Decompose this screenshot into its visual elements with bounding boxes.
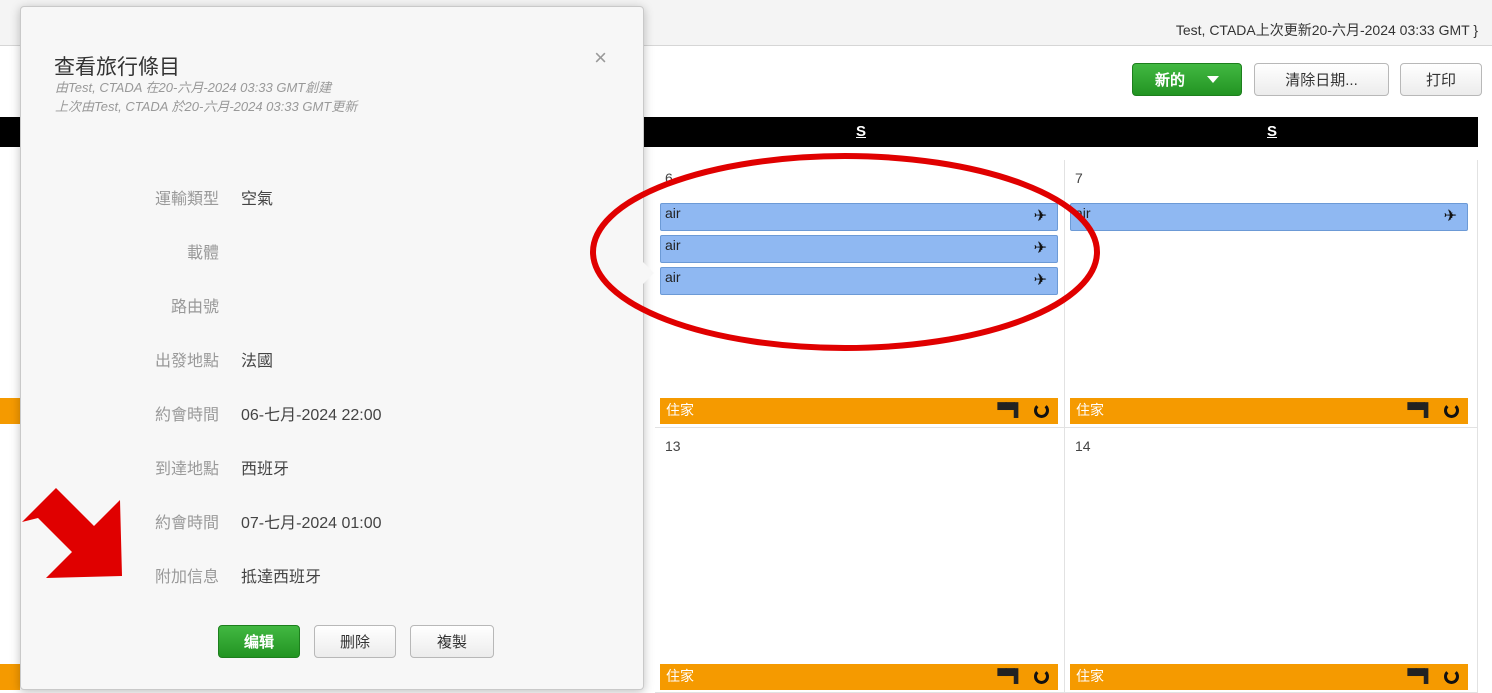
event-label: 住家 bbox=[666, 402, 694, 418]
home-event[interactable]: 住家 ▀▀▌ bbox=[660, 398, 1058, 424]
field-label: 載體 bbox=[186, 245, 219, 262]
view-travel-entry-popover: 查看旅行條目 × 由Test, CTADA 在20-六月-2024 03:33 … bbox=[20, 6, 654, 690]
bed-icon: ▀▀▌ bbox=[1407, 668, 1433, 683]
field-arrival-time: 約會時間 07-七月-2024 01:00 bbox=[21, 509, 621, 533]
calendar-day-cell[interactable]: 7 bbox=[1065, 160, 1478, 428]
plane-icon: ✈ bbox=[1033, 240, 1047, 257]
field-value: 06-七月-2024 22:00 bbox=[241, 407, 382, 424]
day-number: 14 bbox=[1075, 438, 1091, 454]
day-number: 13 bbox=[665, 438, 681, 454]
day-number: 6 bbox=[665, 170, 673, 186]
air-event[interactable]: air ✈ bbox=[660, 235, 1058, 263]
field-value: 抵達西班牙 bbox=[241, 569, 322, 586]
field-label: 約會時間 bbox=[154, 407, 219, 424]
home-event[interactable]: 住家 ▀▀▌ bbox=[1070, 664, 1468, 690]
new-button[interactable]: 新的 bbox=[1132, 63, 1242, 96]
event-label: air bbox=[665, 269, 681, 285]
calendar-day-cell[interactable]: 13 bbox=[655, 428, 1065, 693]
last-updated-status: Test, CTADA上次更新20-六月-2024 03:33 GMT } bbox=[1175, 22, 1478, 38]
event-label: air bbox=[1075, 205, 1091, 221]
day-header-sunday[interactable]: S bbox=[1267, 123, 1277, 140]
field-carrier: 載體 bbox=[21, 239, 621, 263]
recurring-icon bbox=[1034, 669, 1049, 684]
edit-button[interactable]: 编辑 bbox=[218, 625, 300, 658]
created-info: 由Test, CTADA 在20-六月-2024 03:33 GMT創建 bbox=[55, 80, 332, 95]
field-label: 運輸類型 bbox=[154, 191, 219, 208]
print-button[interactable]: 打印 bbox=[1400, 63, 1482, 96]
home-event-strip[interactable] bbox=[0, 664, 20, 690]
popover-pointer bbox=[642, 261, 654, 285]
field-route-number: 路由號 bbox=[21, 293, 621, 317]
field-label: 到達地點 bbox=[154, 461, 219, 478]
recurring-icon bbox=[1444, 669, 1459, 684]
clear-dates-button[interactable]: 清除日期... bbox=[1254, 63, 1389, 96]
caret-down-icon[interactable] bbox=[1207, 76, 1219, 83]
plane-icon: ✈ bbox=[1443, 208, 1457, 225]
field-departure-location: 出發地點 法國 bbox=[21, 347, 621, 371]
event-label: 住家 bbox=[666, 668, 694, 684]
air-event[interactable]: air ✈ bbox=[660, 267, 1058, 295]
updated-info: 上次由Test, CTADA 於20-六月-2024 03:33 GMT更新 bbox=[55, 99, 358, 114]
field-value: 西班牙 bbox=[241, 461, 290, 478]
field-label: 出發地點 bbox=[154, 353, 219, 370]
close-icon[interactable]: × bbox=[594, 45, 607, 71]
bed-icon: ▀▀▌ bbox=[997, 668, 1023, 683]
event-label: air bbox=[665, 205, 681, 221]
field-transport-type: 運輸類型 空氣 bbox=[21, 185, 621, 209]
plane-icon: ✈ bbox=[1033, 208, 1047, 225]
plane-icon: ✈ bbox=[1033, 272, 1047, 289]
bed-icon: ▀▀▌ bbox=[1407, 402, 1433, 417]
day-header-saturday[interactable]: S bbox=[856, 123, 866, 140]
calendar-day-cell[interactable]: 14 bbox=[1065, 428, 1478, 693]
field-label: 路由號 bbox=[170, 299, 219, 316]
field-departure-time: 約會時間 06-七月-2024 22:00 bbox=[21, 401, 621, 425]
air-event[interactable]: air ✈ bbox=[1070, 203, 1468, 231]
field-label: 約會時間 bbox=[154, 515, 219, 532]
recurring-icon bbox=[1444, 403, 1459, 418]
event-label: air bbox=[665, 237, 681, 253]
field-value: 07-七月-2024 01:00 bbox=[241, 515, 382, 532]
copy-button[interactable]: 複製 bbox=[410, 625, 494, 658]
field-arrival-location: 到達地點 西班牙 bbox=[21, 455, 621, 479]
field-additional-info: 附加信息 抵達西班牙 bbox=[21, 563, 621, 587]
field-value: 法國 bbox=[241, 353, 274, 370]
event-label: 住家 bbox=[1076, 402, 1104, 418]
home-event-strip[interactable] bbox=[0, 398, 20, 424]
home-event[interactable]: 住家 ▀▀▌ bbox=[660, 664, 1058, 690]
new-button-label: 新的 bbox=[1154, 72, 1185, 89]
recurring-icon bbox=[1034, 403, 1049, 418]
event-label: 住家 bbox=[1076, 668, 1104, 684]
delete-button[interactable]: 删除 bbox=[314, 625, 396, 658]
field-value: 空氣 bbox=[241, 191, 274, 208]
day-number: 7 bbox=[1075, 170, 1083, 186]
bed-icon: ▀▀▌ bbox=[997, 402, 1023, 417]
field-label: 附加信息 bbox=[154, 569, 219, 586]
air-event[interactable]: air ✈ bbox=[660, 203, 1058, 231]
home-event[interactable]: 住家 ▀▀▌ bbox=[1070, 398, 1468, 424]
